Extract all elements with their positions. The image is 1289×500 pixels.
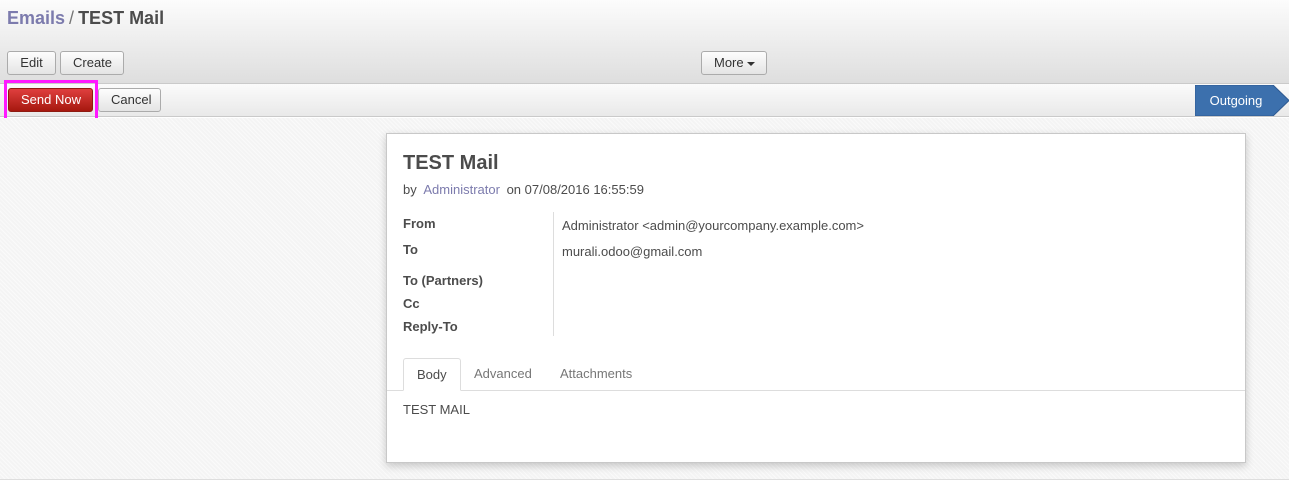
mail-title: TEST Mail (403, 152, 499, 174)
edit-button[interactable]: Edit (7, 51, 56, 75)
more-button-label: More (714, 55, 744, 70)
create-button[interactable]: Create (60, 51, 124, 75)
author-link[interactable]: Administrator (423, 182, 500, 197)
breadcrumb-current: TEST Mail (78, 8, 165, 28)
to-value: murali.odoo@gmail.com (562, 244, 703, 259)
statusbar: Send Now Cancel (0, 84, 1289, 117)
caret-down-icon (746, 61, 755, 66)
email-form-app: Emails / TEST Mail Edit Create More Send N… (0, 0, 1289, 500)
tab-advanced[interactable]: Advanced (461, 358, 545, 391)
to-label: To (403, 242, 418, 257)
by-prefix: by (403, 182, 417, 197)
breadcrumb: Emails / TEST Mail (7, 7, 164, 29)
field-divider (553, 212, 554, 336)
control-panel: Emails / TEST Mail Edit Create More (0, 0, 1289, 84)
send-now-button[interactable]: Send Now (8, 88, 93, 112)
breadcrumb-emails-link[interactable]: Emails (7, 8, 65, 28)
mail-body: TEST MAIL (403, 402, 470, 417)
from-value: Administrator <admin@yourcompany.example… (562, 218, 864, 233)
cc-label: Cc (403, 296, 420, 311)
breadcrumb-separator: / (69, 8, 75, 28)
cancel-button[interactable]: Cancel (98, 88, 161, 112)
notebook-tabs: Body Advanced Attachments (387, 358, 1245, 391)
from-label: From (403, 216, 436, 231)
more-button[interactable]: More (701, 51, 767, 75)
mail-sheet: TEST Mail by Administrator on 07/08/2016… (386, 133, 1246, 463)
to-partners-label: To (Partners) (403, 273, 483, 288)
mail-meta: by Administrator on 07/08/2016 16:55:59 (403, 182, 644, 197)
tab-attachments[interactable]: Attachments (547, 358, 645, 391)
stage-label: Outgoing (1209, 93, 1263, 108)
on-prefix: on (506, 182, 522, 197)
stage-outgoing[interactable]: Outgoing (1195, 85, 1289, 116)
reply-to-label: Reply-To (403, 319, 458, 334)
tab-body[interactable]: Body (403, 358, 461, 391)
mail-date: 07/08/2016 16:55:59 (524, 182, 644, 197)
